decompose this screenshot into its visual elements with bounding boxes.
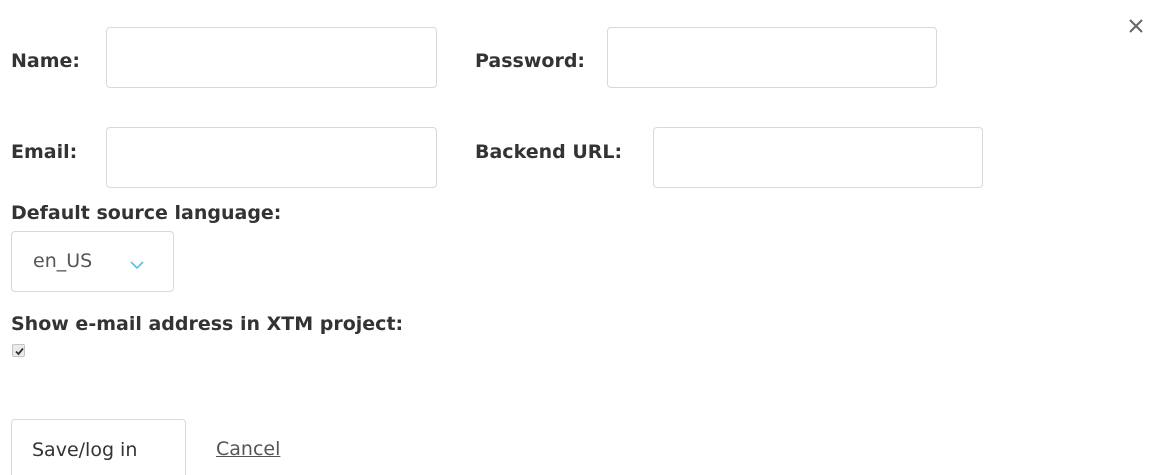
backend-url-label: Backend URL: <box>475 141 623 163</box>
save-login-button[interactable]: Save/log in <box>11 419 186 475</box>
backend-url-input[interactable] <box>653 127 983 188</box>
name-input[interactable] <box>106 27 437 88</box>
settings-dialog: Name: Password: Email: Backend URL: Defa… <box>0 0 1159 475</box>
password-label: Password: <box>475 50 586 72</box>
password-input[interactable] <box>607 27 937 88</box>
cancel-link[interactable]: Cancel <box>216 437 280 461</box>
chevron-down-icon <box>128 256 146 270</box>
source-language-select[interactable]: en_US <box>11 231 174 292</box>
save-login-label: Save/log in <box>32 439 138 461</box>
show-email-checkbox[interactable] <box>12 344 25 357</box>
default-source-language-label: Default source language: <box>11 202 282 224</box>
show-email-label: Show e-mail address in XTM project: <box>11 313 404 335</box>
name-label: Name: <box>11 50 81 72</box>
checkmark-icon <box>15 347 24 356</box>
close-icon[interactable] <box>1124 14 1148 38</box>
source-language-value: en_US <box>33 250 93 272</box>
email-label: Email: <box>11 141 78 163</box>
email-input[interactable] <box>106 127 437 188</box>
